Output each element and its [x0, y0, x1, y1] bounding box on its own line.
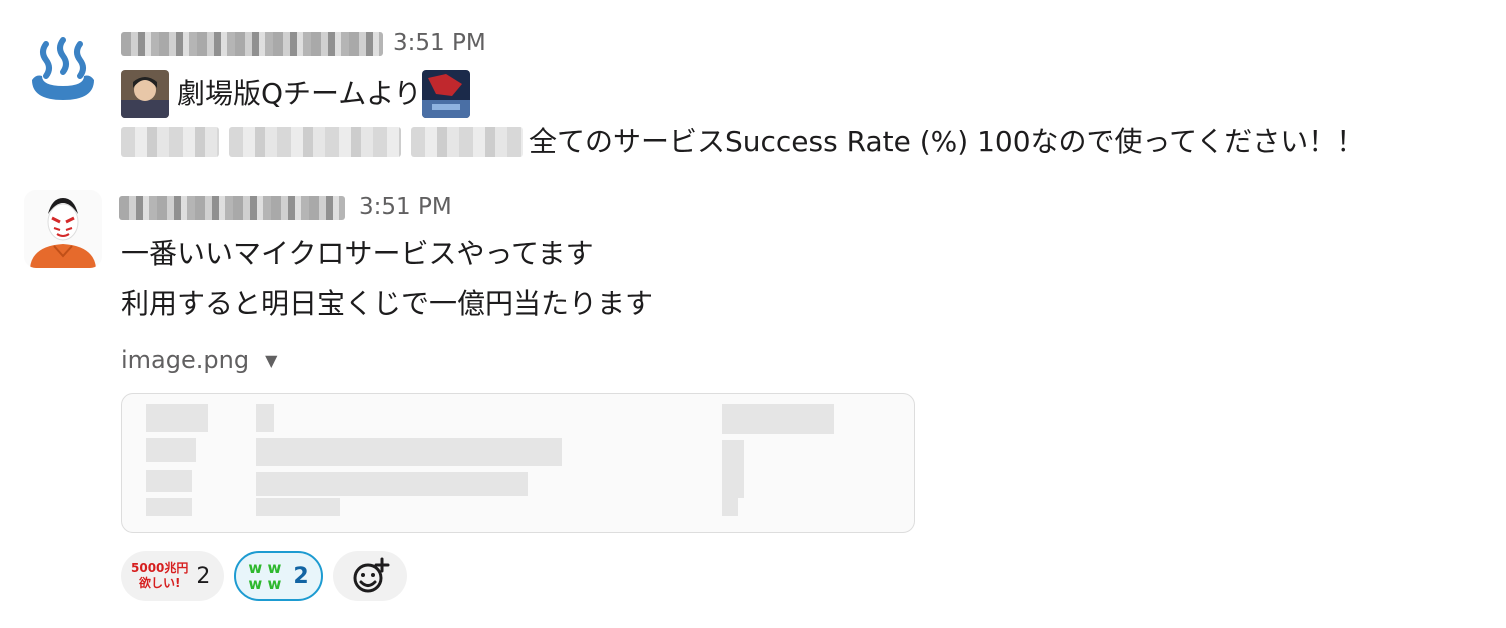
user-avatar[interactable]: [24, 28, 102, 106]
redacted-block: [722, 404, 834, 434]
file-attachment-header[interactable]: image.png ▼: [121, 346, 277, 374]
sender-name[interactable]: [121, 32, 383, 56]
redacted-block: [256, 438, 562, 466]
reaction-wwww[interactable]: w w w w 2: [234, 551, 323, 601]
message-line-1: 一番いいマイクロサービスやってます: [121, 237, 594, 270]
anime-character-emoji: [121, 70, 169, 118]
user-avatar[interactable]: [24, 190, 102, 268]
add-reaction-button[interactable]: [332, 551, 407, 601]
reactions-bar: 5000兆円 欲しい! 2 w w w w 2: [121, 551, 407, 601]
redacted-block: [256, 498, 340, 516]
sender-name[interactable]: [119, 196, 345, 220]
redacted-block: [256, 472, 528, 496]
5000-trillion-emoji: 5000兆円 欲しい!: [131, 561, 189, 590]
kabuki-avatar-icon: [24, 190, 102, 268]
redacted-block: [146, 404, 208, 432]
message-1: 3:51 PM 劇場版Qチームより 全てのサービスSuccess Rate (%…: [0, 0, 1506, 180]
message-line-2: 全てのサービスSuccess Rate (%) 100なので使ってください！！: [121, 122, 1364, 162]
image-attachment[interactable]: [121, 393, 915, 533]
reaction-5000-trillion[interactable]: 5000兆円 欲しい! 2: [121, 551, 225, 601]
onsen-icon: [32, 37, 94, 100]
message-line-1: 劇場版Qチームより: [121, 70, 470, 118]
wwww-emoji: w w w w: [248, 559, 282, 593]
eva-unit-emoji: [421, 70, 470, 118]
redacted-block: [146, 438, 196, 462]
file-name[interactable]: image.png: [121, 346, 249, 374]
reaction-count: 2: [293, 563, 309, 589]
redacted-block: [146, 470, 192, 492]
redacted-block: [722, 498, 738, 516]
redacted-block: [146, 498, 192, 516]
caret-down-icon[interactable]: ▼: [265, 351, 277, 370]
redacted-mention: [411, 127, 523, 157]
redacted-mention: [229, 127, 401, 157]
redacted-mention: [121, 127, 219, 157]
redacted-block: [722, 440, 744, 498]
reaction-count: 2: [196, 563, 211, 589]
redacted-block: [256, 404, 274, 432]
timestamp[interactable]: 3:51 PM: [359, 194, 452, 220]
message-line-2: 利用すると明日宝くじで一億円当たります: [121, 287, 654, 320]
add-reaction-icon: [353, 557, 390, 593]
timestamp[interactable]: 3:51 PM: [393, 30, 486, 56]
